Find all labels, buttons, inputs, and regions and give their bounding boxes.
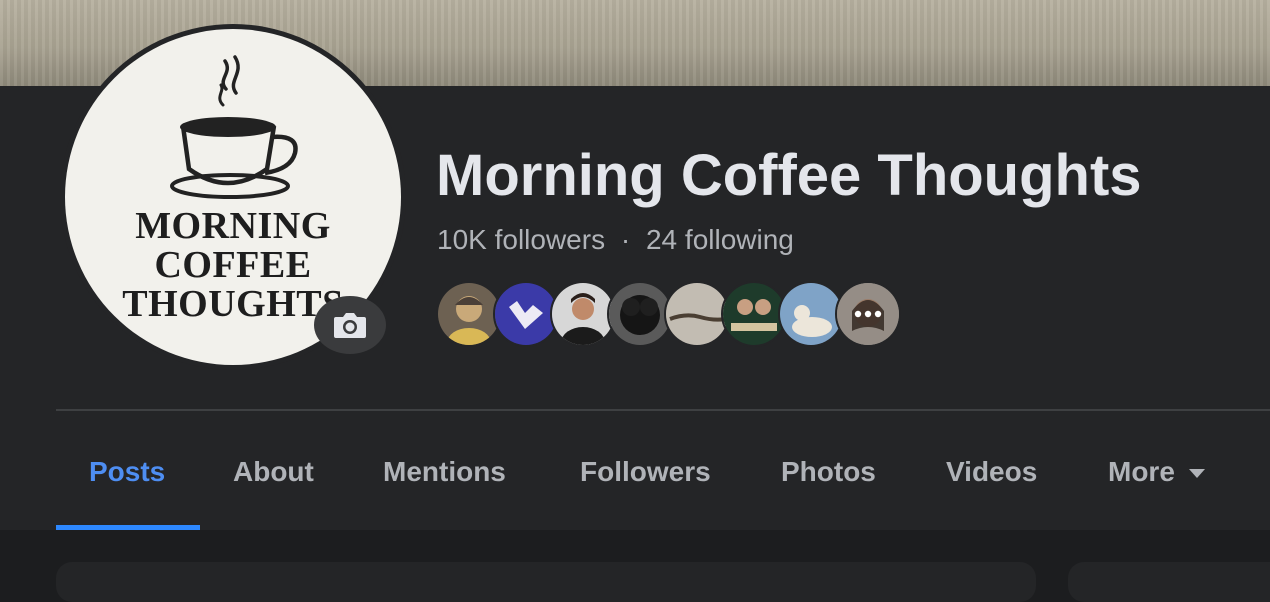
tab-videos[interactable]: Videos xyxy=(946,430,1037,514)
tab-about[interactable]: About xyxy=(233,430,314,514)
follow-stats: 10K followers · 24 following xyxy=(437,224,794,256)
update-profile-picture-button[interactable] xyxy=(314,296,386,354)
following-count-link[interactable]: 24 following xyxy=(646,224,794,255)
logo-line: COFFEE xyxy=(154,244,312,286)
active-tab-indicator xyxy=(56,525,200,530)
tab-posts[interactable]: Posts xyxy=(89,430,165,514)
stats-separator: · xyxy=(620,224,631,255)
logo-line: MORNING xyxy=(135,205,331,247)
coffee-cup-icon xyxy=(170,55,298,199)
camera-icon xyxy=(334,313,366,338)
more-dots-icon xyxy=(854,310,882,318)
tab-more[interactable]: More xyxy=(1108,430,1205,514)
followers-count-link[interactable]: 10K followers xyxy=(437,224,605,255)
tab-photos[interactable]: Photos xyxy=(781,430,876,514)
tab-followers[interactable]: Followers xyxy=(580,430,711,514)
caret-down-icon xyxy=(1188,468,1205,478)
sidebar-card xyxy=(1068,562,1270,602)
tab-more-label: More xyxy=(1108,456,1175,487)
more-followers-button[interactable] xyxy=(835,281,901,347)
content-card xyxy=(56,562,1036,602)
tab-mentions[interactable]: Mentions xyxy=(383,430,506,514)
header-divider xyxy=(56,409,1270,411)
page-title: Morning Coffee Thoughts xyxy=(436,143,1142,208)
